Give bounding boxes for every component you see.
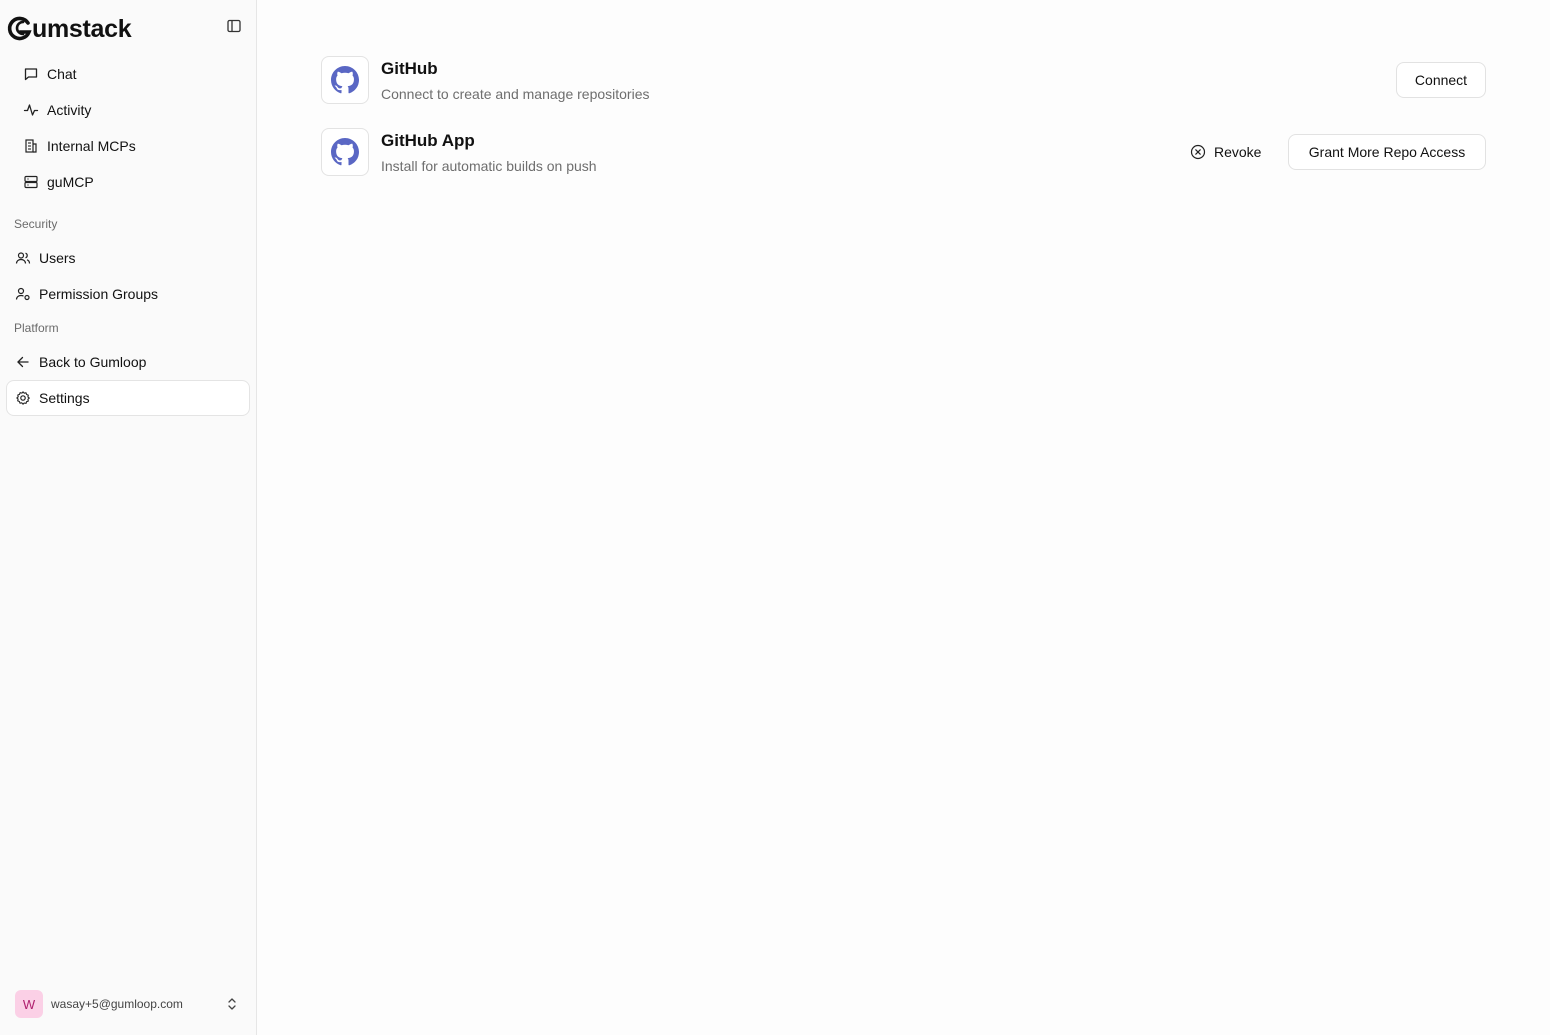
sidebar-item-back-to-gumloop[interactable]: Back to Gumloop [6, 344, 250, 380]
sidebar-item-label: Internal MCPs [47, 138, 136, 154]
brand-name: umstack [32, 15, 132, 43]
section-label-platform: Platform [14, 321, 59, 335]
server-icon [24, 175, 38, 189]
gear-icon [16, 391, 30, 405]
activity-icon [23, 104, 39, 116]
sidebar-item-label: guMCP [47, 174, 94, 190]
sidebar-item-label: Chat [47, 66, 77, 82]
github-app-logo [321, 128, 369, 176]
integration-description: Install for automatic builds on push [381, 158, 597, 174]
sidebar: umstack Chat Activity Internal MCPs guMC… [0, 0, 257, 1035]
sidebar-item-label: Activity [47, 102, 92, 118]
user-cog-icon [15, 287, 30, 301]
integration-github-app: GitHub App Install for automatic builds … [321, 128, 1486, 176]
sidebar-item-label: Back to Gumloop [39, 354, 147, 370]
users-icon [15, 252, 31, 264]
circle-x-icon [1190, 144, 1206, 160]
github-icon [331, 138, 359, 166]
section-label-security: Security [14, 217, 58, 231]
sidebar-item-label: Users [39, 250, 76, 266]
grant-more-repo-access-button[interactable]: Grant More Repo Access [1288, 134, 1486, 170]
user-menu[interactable]: W wasay+5@gumloop.com [6, 986, 250, 1022]
sidebar-toggle-icon[interactable] [226, 18, 242, 34]
github-icon [331, 66, 359, 94]
integration-github: GitHub Connect to create and manage repo… [321, 56, 1486, 104]
sidebar-item-internal-mcps[interactable]: Internal MCPs [6, 128, 250, 164]
sidebar-item-label: Settings [39, 390, 90, 406]
avatar: W [15, 990, 43, 1018]
github-logo [321, 56, 369, 104]
connect-button[interactable]: Connect [1396, 62, 1486, 98]
integration-description: Connect to create and manage repositorie… [381, 86, 650, 102]
user-email: wasay+5@gumloop.com [51, 997, 183, 1011]
sidebar-item-chat[interactable]: Chat [6, 56, 250, 92]
sidebar-item-settings[interactable]: Settings [6, 380, 250, 416]
revoke-button[interactable]: Revoke [1190, 134, 1261, 170]
sidebar-item-label: Permission Groups [39, 286, 159, 302]
chat-icon [24, 68, 38, 81]
sidebar-item-permission-groups[interactable]: Permission Groups [6, 276, 250, 312]
revoke-label: Revoke [1214, 144, 1262, 160]
integration-title: GitHub [381, 59, 438, 78]
chevrons-up-down-icon [228, 998, 236, 1010]
brand-logo[interactable]: umstack [6, 14, 132, 44]
gumstack-logo-icon [7, 16, 32, 41]
sidebar-item-users[interactable]: Users [6, 240, 250, 276]
sidebar-item-gumcp[interactable]: guMCP [6, 164, 250, 200]
sidebar-item-activity[interactable]: Activity [6, 92, 250, 128]
integration-title: GitHub App [381, 131, 475, 150]
arrow-left-icon [17, 356, 29, 368]
building-icon [25, 139, 37, 153]
